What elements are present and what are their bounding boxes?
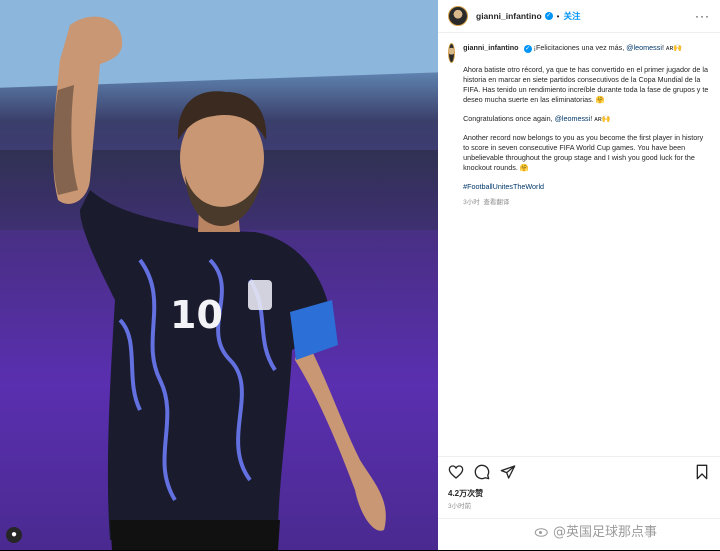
caption-spanish: Ahora batiste otro récord, ya que te has…	[463, 65, 709, 104]
comment-icon[interactable]	[474, 464, 490, 480]
verified-icon: ✓	[544, 12, 553, 20]
caption-intro: ¡Felicitaciones una vez más,	[533, 43, 625, 52]
post-time: 3小时前	[448, 503, 472, 510]
mention-link[interactable]: @leomessi	[626, 43, 662, 52]
caption-english: Another record now belongs to you as you…	[463, 133, 704, 172]
heart-icon[interactable]	[448, 464, 464, 480]
bookmark-icon[interactable]	[694, 464, 710, 480]
jersey-number: 10	[170, 293, 223, 337]
caption-username[interactable]: gianni_infantino	[463, 43, 519, 52]
post-header: gianni_infantino ✓ • 关注 ···	[438, 0, 720, 33]
weibo-icon	[534, 527, 548, 537]
hashtag-link[interactable]: #FootballUnitesTheWorld	[463, 182, 544, 191]
caption-congrats: Congratulations once again,	[463, 114, 553, 123]
caption-text: gianni_infantino ✓ ¡Felicitaciones una v…	[463, 43, 710, 208]
more-icon[interactable]: ···	[695, 9, 710, 23]
watermark: @英国足球那点事	[534, 521, 657, 540]
post-photo[interactable]: 10 ●	[0, 0, 438, 550]
header-username[interactable]: gianni_infantino	[476, 11, 542, 21]
watermark-text: @英国足球那点事	[553, 525, 658, 540]
see-translation-link[interactable]: 查看翻译	[483, 199, 509, 206]
player-figure: 10	[52, 16, 386, 550]
caption-intro-suffix: ! ᴀʀ🙌	[661, 43, 683, 52]
avatar[interactable]	[448, 6, 468, 26]
verified-icon: ✓	[523, 45, 532, 53]
separator-dot: •	[556, 11, 560, 21]
follow-button[interactable]: 关注	[563, 10, 580, 22]
comment-time: 3小时	[463, 199, 480, 206]
tagged-user-icon[interactable]: ●	[6, 527, 22, 543]
comment-avatar[interactable]	[448, 43, 456, 63]
share-icon[interactable]	[500, 464, 516, 480]
caption-area: gianni_infantino ✓ ¡Felicitaciones una v…	[438, 33, 720, 448]
like-count[interactable]: 4.2万次赞	[448, 488, 483, 499]
post-panel: gianni_infantino ✓ • 关注 ··· gianni_infan…	[438, 0, 720, 550]
mention-link-2[interactable]: @leomessi	[555, 114, 591, 123]
action-bar	[438, 456, 720, 486]
caption-congrats-suffix: ! ᴀʀ🙌	[590, 114, 611, 123]
